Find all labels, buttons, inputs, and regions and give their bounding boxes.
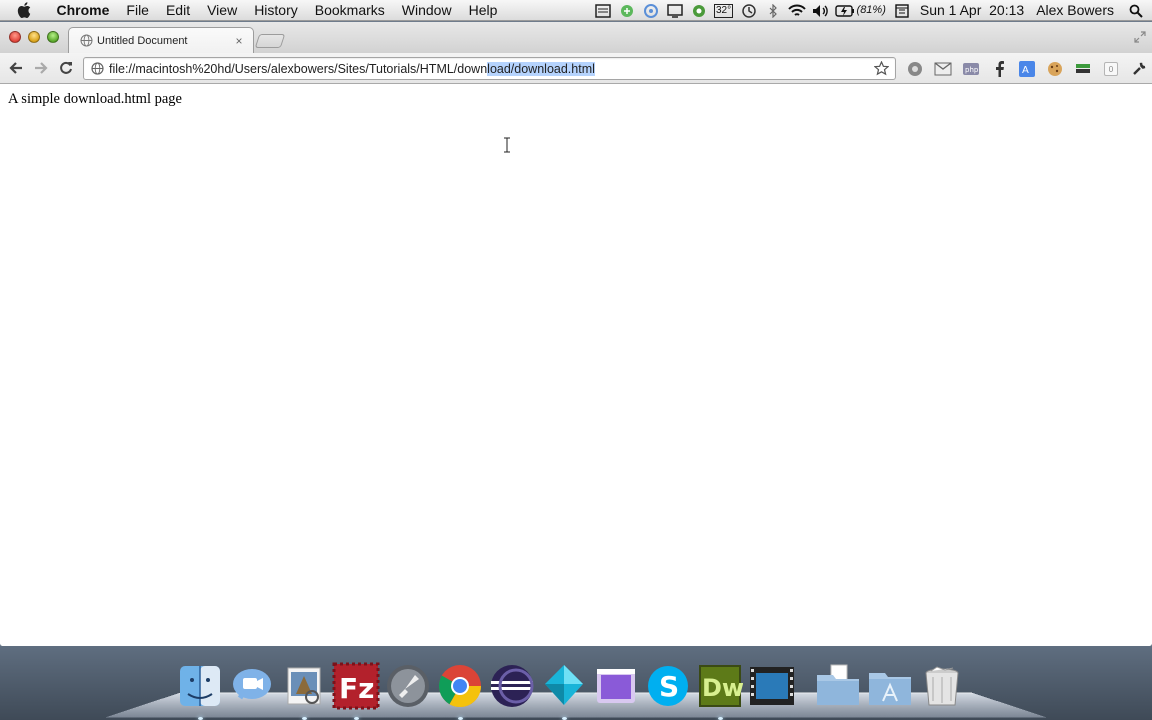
counter-extension-icon[interactable]: 0: [1097, 57, 1125, 81]
stack-extension-icon[interactable]: [1069, 57, 1097, 81]
translate-extension-icon[interactable]: A: [1013, 57, 1041, 81]
sync-menu-icon[interactable]: [639, 0, 663, 21]
stage-icon[interactable]: [590, 660, 642, 712]
browser-toolbar: file://macintosh%20hd/Users/alexbowers/S…: [0, 53, 1152, 84]
status-menus: 32° (81%) Sun 1 Apr 20:13 Alex Bowers: [591, 0, 1152, 21]
display-menu-icon[interactable]: [663, 0, 687, 21]
tab-untitled-document[interactable]: Untitled Document ×: [68, 27, 254, 53]
monitor-menu-icon[interactable]: [687, 0, 711, 21]
window-controls: [9, 31, 59, 43]
spotlight-search-icon[interactable]: [1120, 0, 1152, 21]
battery-menu-icon[interactable]: [833, 0, 857, 21]
tab-title: Untitled Document: [97, 34, 188, 47]
user-name[interactable]: Alex Bowers: [1030, 0, 1120, 21]
menu-file[interactable]: File: [118, 0, 158, 21]
extensions-area: php A 0: [901, 57, 1152, 81]
apple-menu-icon[interactable]: [0, 2, 48, 18]
facebook-extension-icon[interactable]: [985, 57, 1013, 81]
temperature-menu-icon[interactable]: 32°: [711, 0, 737, 21]
tab-strip: Untitled Document ×: [0, 22, 1152, 53]
url-unselected: file://macintosh%20hd/Users/alexbowers/S…: [109, 61, 488, 76]
battery-percent: (81%): [856, 4, 886, 16]
new-tab-button[interactable]: [254, 34, 286, 48]
url-selected: load/download.html: [487, 61, 595, 76]
notes-menu-icon[interactable]: [591, 0, 615, 21]
preview-icon[interactable]: [278, 660, 330, 720]
volume-menu-icon[interactable]: [809, 0, 833, 21]
page-body-text: A simple download.html page: [8, 91, 182, 107]
url-text[interactable]: file://macintosh%20hd/Users/alexbowers/S…: [109, 61, 873, 76]
facetime-icon[interactable]: [226, 660, 278, 712]
menu-bar: Chrome File Edit View History Bookmarks …: [0, 0, 1152, 21]
filezilla-icon[interactable]: Fz: [330, 660, 382, 720]
bookmark-star-icon[interactable]: [873, 61, 889, 77]
browser-window: Untitled Document × file://macintosh%20h…: [0, 22, 1152, 646]
forward-button[interactable]: [28, 56, 53, 80]
back-button[interactable]: [3, 56, 28, 80]
eclipse-icon[interactable]: [486, 660, 538, 712]
clock[interactable]: Sun 1 Apr 20:13: [914, 0, 1030, 21]
globe-icon: [79, 34, 93, 48]
chrome-icon[interactable]: [434, 660, 486, 720]
time-machine-menu-icon[interactable]: [737, 0, 761, 21]
bluetooth-menu-icon[interactable]: [761, 0, 785, 21]
menu-app-chrome[interactable]: Chrome: [48, 0, 118, 21]
gmail-extension-icon[interactable]: [929, 57, 957, 81]
dock: Fz S Dw: [174, 654, 968, 720]
reload-button[interactable]: [53, 56, 78, 80]
page-info-icon[interactable]: [90, 62, 104, 76]
launchpad-icon[interactable]: [382, 660, 434, 712]
close-tab-icon[interactable]: ×: [233, 34, 245, 48]
php-extension-icon[interactable]: php: [957, 57, 985, 81]
menu-help[interactable]: Help: [460, 0, 506, 21]
dock-separator: [798, 660, 812, 712]
menu-window[interactable]: Window: [393, 0, 460, 21]
skype-label: S: [659, 670, 679, 703]
menu-edit[interactable]: Edit: [157, 0, 198, 21]
zoom-window-button[interactable]: [47, 31, 59, 43]
svg-text:A: A: [1022, 65, 1029, 76]
extension-badge: 0: [1104, 62, 1118, 76]
svg-text:php: php: [965, 66, 979, 74]
filezilla-label: Fz: [339, 672, 374, 705]
cookie-extension-icon[interactable]: [1041, 57, 1069, 81]
skype-icon[interactable]: S: [642, 660, 694, 712]
evernote-menu-icon[interactable]: [615, 0, 639, 21]
documents-folder-icon[interactable]: [812, 660, 864, 712]
trash-icon[interactable]: [916, 660, 968, 712]
menu-history[interactable]: History: [246, 0, 307, 21]
settings-extension-icon[interactable]: [901, 57, 929, 81]
wifi-menu-icon[interactable]: [785, 0, 809, 21]
dreamweaver-label: Dw: [702, 674, 743, 702]
address-bar[interactable]: file://macintosh%20hd/Users/alexbowers/S…: [83, 57, 896, 80]
applications-folder-icon[interactable]: [864, 660, 916, 712]
page-content: A simple download.html page: [0, 84, 1152, 646]
wrench-menu-icon[interactable]: [1125, 57, 1152, 81]
dart-icon[interactable]: [538, 660, 590, 720]
fullscreen-icon[interactable]: [1134, 30, 1146, 43]
temperature-value: 32°: [713, 3, 734, 18]
minimize-window-button[interactable]: [28, 31, 40, 43]
video-icon[interactable]: [746, 660, 798, 712]
menu-bookmarks[interactable]: Bookmarks: [306, 0, 393, 21]
menu-view[interactable]: View: [199, 0, 246, 21]
calendar-menu-icon[interactable]: [890, 0, 914, 21]
close-window-button[interactable]: [9, 31, 21, 43]
dreamweaver-icon[interactable]: Dw: [694, 660, 746, 720]
finder-icon[interactable]: [174, 660, 226, 720]
text-cursor-icon: [503, 137, 511, 153]
